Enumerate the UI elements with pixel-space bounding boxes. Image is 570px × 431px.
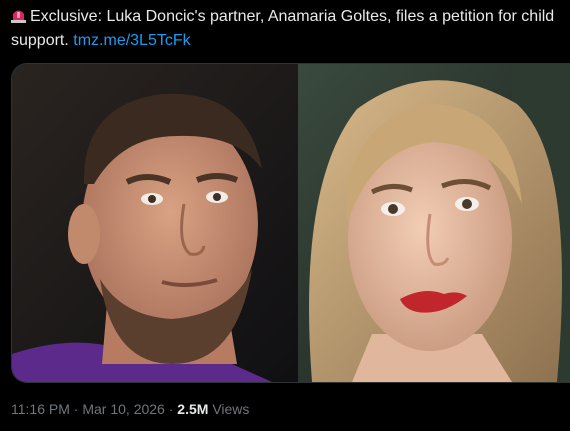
police-siren-icon xyxy=(11,7,26,23)
views-count: 2.5M xyxy=(177,401,209,417)
tweet-date[interactable]: Mar 10, 2026 xyxy=(82,401,165,417)
tweet-time[interactable]: 11:16 PM xyxy=(11,401,70,417)
tweet-media-image[interactable] xyxy=(11,63,570,383)
tweet-link[interactable]: tmz.me/3L5TcFk xyxy=(73,32,190,49)
tweet-meta: 11:16 PM · Mar 10, 2026 · 2.5M Views xyxy=(11,399,249,419)
woman-photo xyxy=(298,64,570,382)
views-label: Views xyxy=(212,401,250,417)
meta-separator: · xyxy=(168,401,174,417)
tweet-text: Exclusive: Luka Doncic's partner, Anamar… xyxy=(11,5,563,53)
man-photo xyxy=(12,64,312,382)
meta-separator: · xyxy=(73,401,79,417)
